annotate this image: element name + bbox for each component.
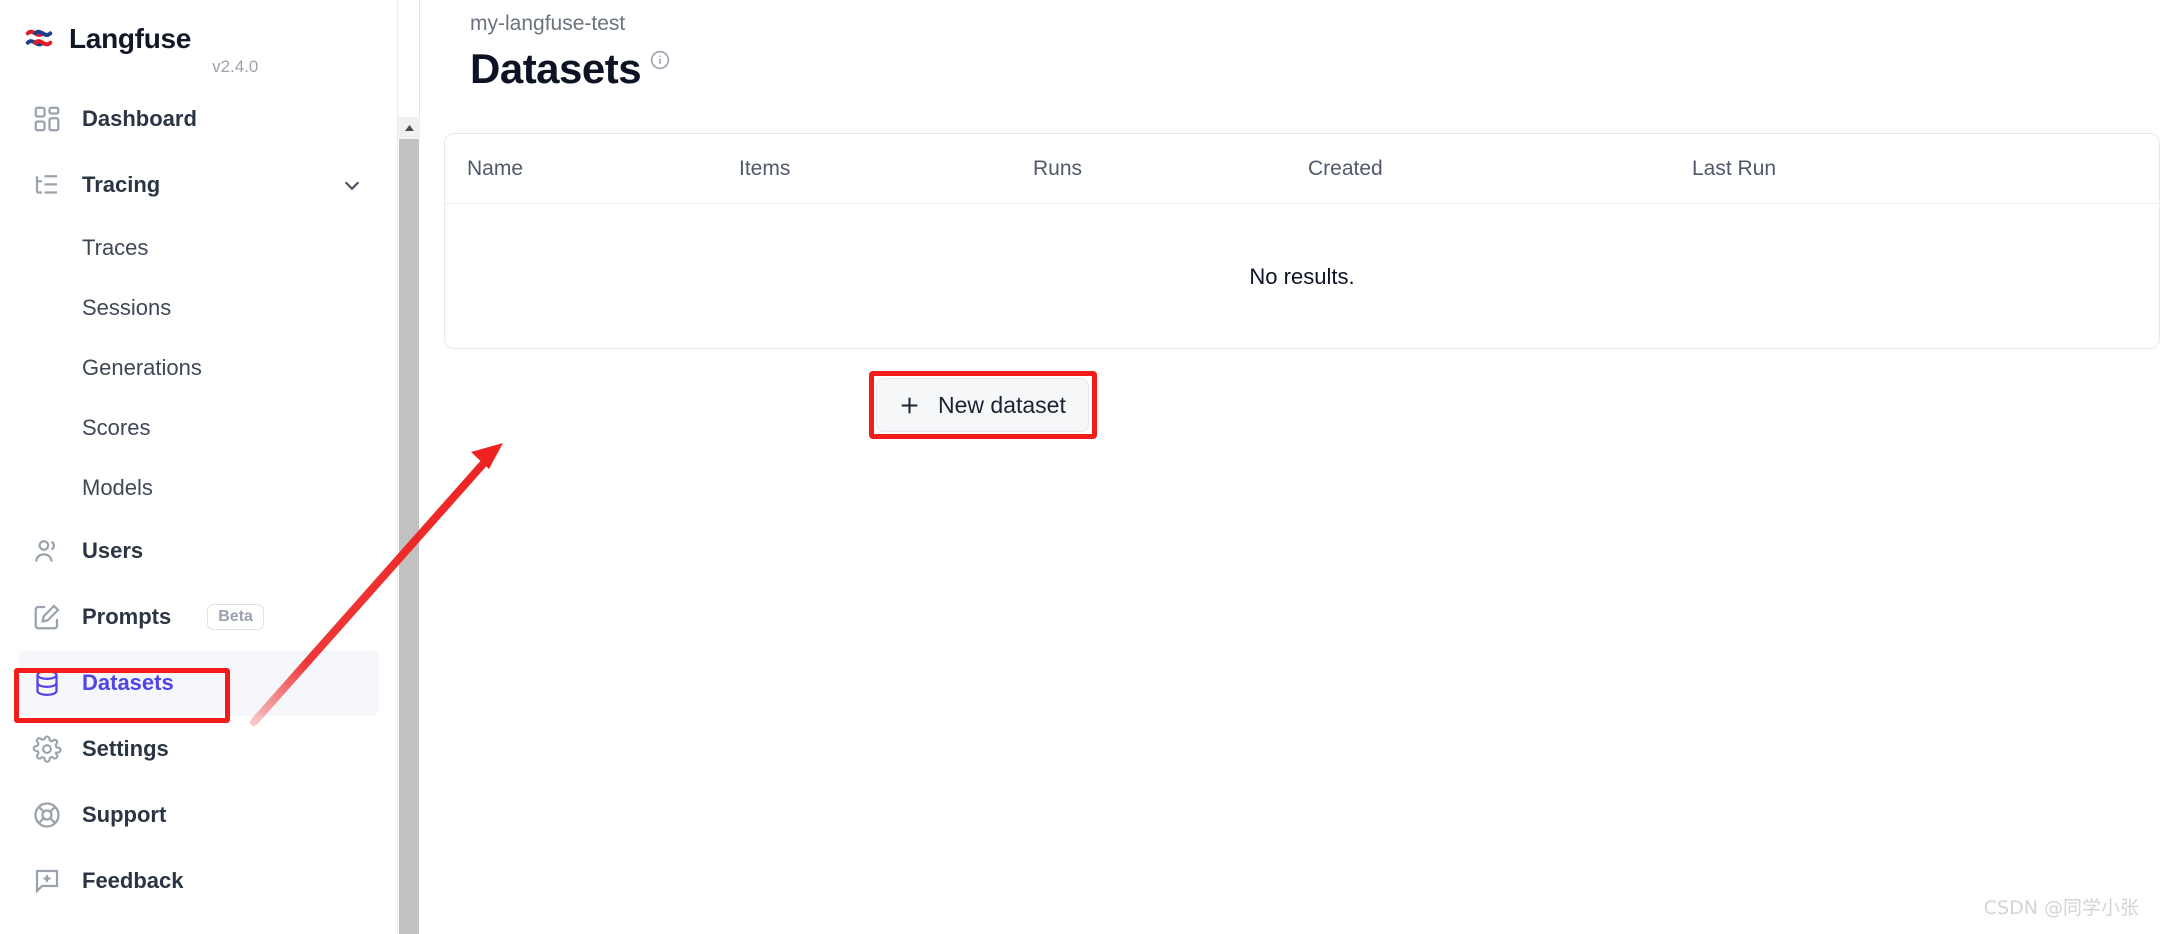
sidebar-item-label: Settings — [82, 736, 169, 761]
prompts-beta-badge: Beta — [207, 603, 264, 631]
sidebar-subitem-label: Models — [82, 475, 153, 500]
column-header-name[interactable]: Name — [445, 157, 739, 181]
column-header-last-run[interactable]: Last Run — [1692, 157, 2072, 181]
sidebar-item-sessions[interactable]: Sessions — [18, 278, 379, 338]
sidebar-item-scores[interactable]: Scores — [18, 398, 379, 458]
app-root: Langfuse v2.4.0 Dashboard Tracing Traces… — [0, 0, 2161, 934]
layout-dashboard-icon — [34, 106, 60, 132]
langfuse-logo-icon — [25, 29, 53, 47]
sidebar-subitem-label: Generations — [82, 355, 202, 380]
lifebuoy-icon — [34, 802, 60, 828]
sidebar-item-tracing[interactable]: Tracing — [18, 152, 379, 218]
sidebar-subitem-label: Scores — [82, 415, 151, 440]
sidebar-item-label: Support — [82, 802, 167, 827]
new-dataset-button[interactable]: New dataset — [876, 378, 1089, 432]
sidebar-item-models[interactable]: Models — [18, 458, 379, 518]
sidebar: Langfuse v2.4.0 Dashboard Tracing Traces… — [0, 0, 398, 934]
sidebar-item-settings[interactable]: Settings — [18, 716, 379, 782]
breadcrumb[interactable]: my-langfuse-test — [447, 12, 2161, 36]
sidebar-item-datasets[interactable]: Datasets — [18, 650, 379, 716]
brand-name: Langfuse — [69, 23, 192, 54]
table-header-row: Name Items Runs Created Last Run — [445, 134, 2159, 204]
sidebar-subitem-label: Traces — [82, 235, 149, 260]
sidebar-item-label: Tracing — [82, 172, 161, 197]
datasets-table: Name Items Runs Created Last Run No resu… — [444, 133, 2160, 349]
sidebar-item-prompts[interactable]: Prompts Beta — [18, 584, 379, 650]
pencil-square-icon — [34, 604, 60, 630]
watermark: CSDN @同学小张 — [1983, 897, 2139, 919]
sidebar-item-label: Feedback — [82, 868, 184, 893]
info-circle-icon[interactable] — [650, 50, 670, 70]
sidebar-item-label: Users — [82, 538, 144, 563]
sidebar-nav: Dashboard Tracing Traces Sessions Genera… — [0, 78, 397, 914]
page-title: Datasets — [470, 45, 642, 92]
sidebar-item-label: Dashboard — [82, 106, 197, 131]
new-dataset-label: New dataset — [938, 391, 1066, 418]
column-header-items[interactable]: Items — [739, 157, 1033, 181]
page-title-row: Datasets — [447, 46, 2161, 91]
database-icon — [36, 670, 58, 697]
sidebar-item-dashboard[interactable]: Dashboard — [18, 86, 379, 152]
column-header-runs[interactable]: Runs — [1033, 157, 1308, 181]
sidebar-item-label: Prompts — [82, 604, 172, 629]
table-empty-row: No results. — [445, 204, 2159, 348]
main-content: my-langfuse-test Datasets Name Items Run… — [421, 0, 2161, 934]
sidebar-item-feedback[interactable]: Feedback — [18, 848, 379, 914]
scrollbar-thumb[interactable] — [399, 139, 419, 934]
sidebar-scrollbar[interactable] — [398, 0, 420, 934]
plus-icon — [901, 397, 918, 413]
brand-version: v2.4.0 — [212, 57, 259, 76]
sidebar-item-users[interactable]: Users — [18, 518, 379, 584]
sidebar-item-support[interactable]: Support — [18, 782, 379, 848]
users-icon — [35, 540, 55, 562]
brand-header[interactable]: Langfuse v2.4.0 — [0, 0, 397, 78]
column-header-created[interactable]: Created — [1308, 157, 1692, 181]
sidebar-item-traces[interactable]: Traces — [18, 218, 379, 278]
sidebar-subitem-label: Sessions — [82, 295, 172, 320]
empty-state-text: No results. — [1249, 263, 1355, 289]
sidebar-item-generations[interactable]: Generations — [18, 338, 379, 398]
sidebar-item-label: Datasets — [82, 670, 174, 695]
message-plus-icon — [35, 869, 59, 894]
gear-icon — [32, 735, 62, 763]
triangle-up-icon — [404, 125, 414, 131]
scrollbar-arrow-up[interactable] — [398, 117, 420, 139]
chevron-down-icon[interactable] — [341, 174, 363, 196]
list-tree-icon — [35, 175, 57, 194]
